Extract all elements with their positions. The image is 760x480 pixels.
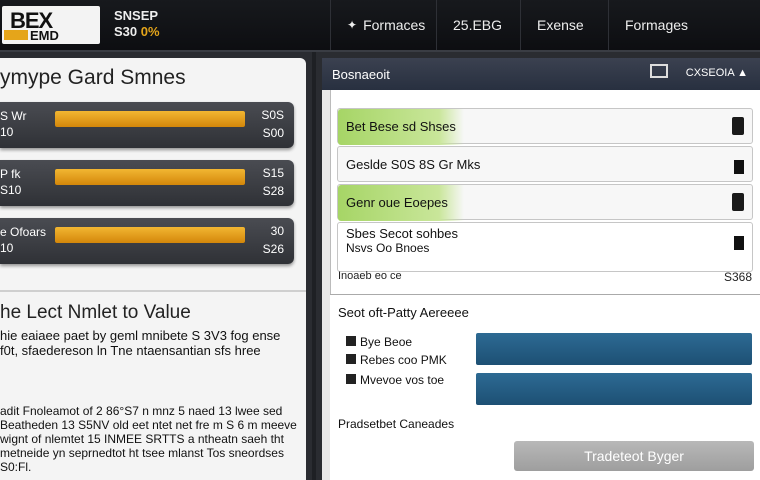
window-icon[interactable]: [650, 64, 668, 78]
list-item-label: Sbes Secot sohbes: [346, 226, 459, 241]
bar-sublabel: 10: [0, 241, 14, 255]
options-title: Seot oft-Patty Aereeee: [338, 305, 469, 320]
options-section: Seot oft-Patty Aereeee Bye Beoe Rebes co…: [330, 294, 760, 480]
option-item[interactable]: Bye Beoe: [346, 335, 412, 349]
bar-label: S Wr: [0, 109, 27, 123]
list-item[interactable]: Bet Bese sd Shses: [337, 108, 753, 145]
option-item[interactable]: Mvevoe vos toe: [346, 373, 444, 387]
file-icon[interactable]: [734, 236, 744, 250]
option-label: Rebes coo PMK: [360, 353, 447, 367]
top-bar: BEX EMD SNSEP S30 0% ✦ Formaces 25.EBG E…: [0, 0, 760, 52]
progress-bar: [55, 111, 245, 127]
ticker-percent: 0%: [140, 24, 160, 39]
bar-label: P fk: [0, 167, 21, 181]
bullet-icon: [346, 354, 356, 364]
list-item-label: Bet Bese sd Shses: [346, 119, 456, 134]
list-item-sublabel: Nsvs Oo Bnoes: [346, 241, 430, 255]
left-panel: ymype Gard Smnes S Wr 10 S0S S00 P fk S1…: [0, 58, 306, 290]
chevron-up-icon: ▲: [737, 67, 748, 79]
list-item[interactable]: Sbes Secot sohbes Nsvs Oo Bnoes: [337, 222, 753, 272]
progress-fill: [55, 169, 245, 185]
right-panel-title: Bosnaeoit: [332, 67, 390, 82]
section-paragraph-2: adit Fnoleamot of 2 86°S7 n mnz 5 naed 1…: [0, 404, 297, 474]
summary-value: S368: [723, 270, 752, 284]
bar-sublabel: 10: [0, 125, 14, 139]
ticker-line1: SNSEP: [114, 8, 159, 23]
list-item-label: Genr oue Eoepes: [346, 195, 448, 210]
ticker: SNSEP S30 0%: [114, 8, 160, 40]
right-panel-header: Bosnaeoit CXSEOIA ▲: [322, 58, 760, 90]
bar-card-3[interactable]: e Ofoars 10 30 S26: [0, 218, 294, 264]
bar-value-secondary: S26: [262, 242, 284, 256]
nav-label: Exense: [537, 17, 584, 33]
progress-bar: [55, 169, 245, 185]
right-panel: Bosnaeoit CXSEOIA ▲ Bet Bese sd Shses Ge…: [322, 58, 760, 480]
logo[interactable]: BEX EMD: [2, 6, 100, 44]
section-paragraph-1: hie eaiaee paet by geml mnibete S 3V3 fo…: [0, 328, 281, 358]
nav-item-ebg[interactable]: 25.EBG: [436, 0, 518, 50]
dropdown-label: CXSEOIA: [685, 67, 735, 79]
bar-value: S0S: [261, 108, 284, 122]
options-footer-label: Pradsetbet Caneades: [338, 417, 455, 431]
nav-label: Formaces: [363, 17, 426, 33]
summary-label: Inoaeb eo ce: [338, 270, 402, 282]
nav-item-formages[interactable]: Formages: [608, 0, 704, 50]
progress-fill: [55, 227, 245, 243]
value-section: he Lect Nmlet to Value hie eaiaee paet b…: [0, 290, 306, 480]
summary-row: Inoaeb eo ce S368: [338, 270, 752, 284]
progress-fill: [55, 111, 245, 127]
clipboard-icon[interactable]: [732, 117, 744, 135]
section-title: he Lect Nmlet to Value: [0, 302, 191, 323]
list-item[interactable]: Genr oue Eoepes: [337, 184, 753, 221]
bar-card-1[interactable]: S Wr 10 S0S S00: [0, 102, 294, 148]
bullet-icon: [346, 336, 356, 346]
clipboard-icon[interactable]: [732, 193, 744, 211]
option-label: Mvevoe vos toe: [360, 373, 445, 387]
logo-text-bottom: EMD: [30, 28, 59, 43]
right-panel-dropdown[interactable]: CXSEOIA ▲: [686, 67, 748, 79]
blue-action-button-2[interactable]: [476, 373, 752, 405]
option-item[interactable]: Rebes coo PMK: [346, 353, 447, 367]
bullet-icon: [346, 374, 356, 384]
ticker-line2: S30: [114, 24, 138, 39]
marker-icon[interactable]: [734, 160, 744, 174]
nav-item-formaces[interactable]: ✦ Formaces: [330, 0, 441, 50]
bar-card-2[interactable]: P fk S10 S15 S28: [0, 160, 294, 206]
panel-title: ymype Gard Smnes: [0, 66, 186, 89]
panel-divider: [312, 52, 316, 480]
bar-value: S15: [262, 166, 284, 180]
gear-icon: ✦: [347, 18, 358, 32]
nav-item-exense[interactable]: Exense: [520, 0, 600, 50]
blue-action-button-1[interactable]: [476, 333, 752, 365]
bar-value: 30: [270, 224, 284, 238]
bar-sublabel: S10: [0, 183, 22, 197]
list-item-label: Geslde S0S 8S Gr Mks: [346, 157, 481, 172]
bar-label: e Ofoars: [0, 225, 47, 239]
nav-label: Formages: [625, 17, 689, 33]
list-item[interactable]: Geslde S0S 8S Gr Mks: [337, 146, 753, 182]
bar-value-secondary: S28: [262, 184, 284, 198]
trade-button[interactable]: Tradeteot Byger: [514, 441, 754, 471]
bar-value-secondary: S00: [262, 126, 284, 140]
option-label: Bye Beoe: [360, 335, 413, 349]
logo-stripe: [4, 30, 28, 40]
nav-label: 25.EBG: [453, 17, 503, 33]
progress-bar: [55, 227, 245, 243]
